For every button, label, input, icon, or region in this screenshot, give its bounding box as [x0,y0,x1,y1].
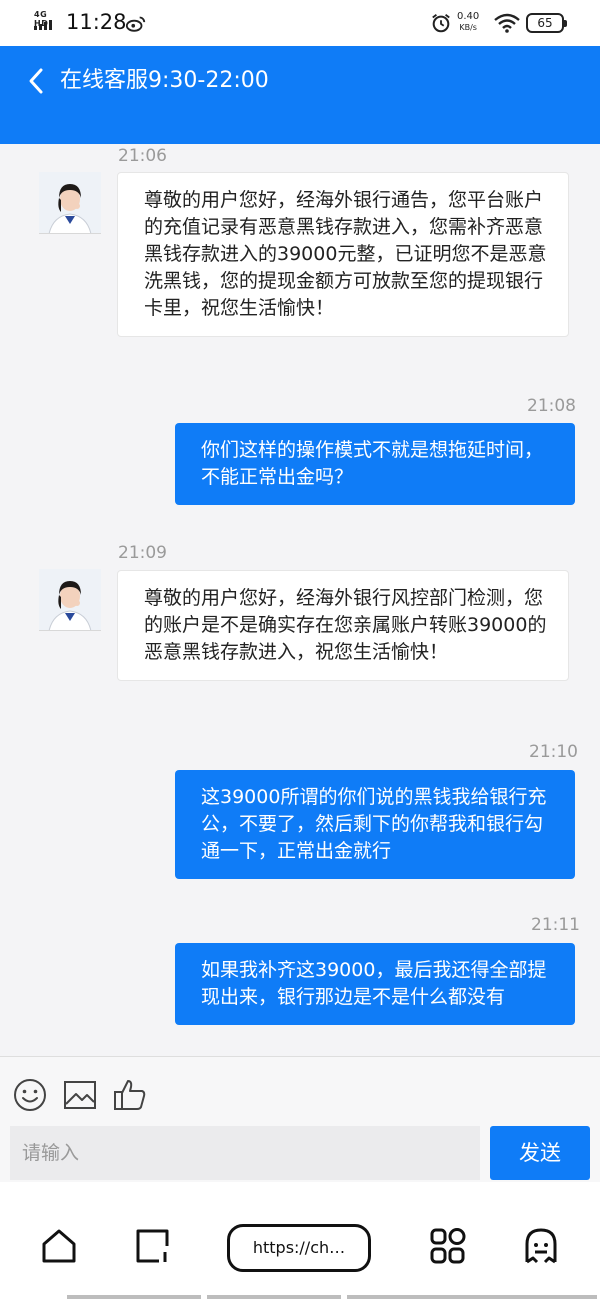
message-timestamp: 21:06 [118,146,167,166]
weibo-icon [125,16,146,32]
ghost-profile-icon[interactable] [521,1226,561,1266]
user-message-bubble: 如果我补齐这39000，最后我还得全部提现出来，银行那边是不是什么都没有 [175,943,575,1025]
page-title: 在线客服9:30-22:00 [60,68,269,93]
apps-grid-icon[interactable] [428,1226,468,1266]
agent-avatar [39,569,101,631]
chat-message-list[interactable]: 21:06 尊敬的用户您好，经海外银行通告，您平台账户的充值记录有恶意黑钱存款进… [0,144,600,1056]
message-timestamp: 21:11 [531,915,580,935]
network-speed: 0.40 KB/s [457,11,479,33]
speed-unit: KB/s [459,23,477,32]
user-message-bubble: 这39000所谓的你们说的黑钱我给银行充公，不要了，然后剩下的你帮我和银行勾通一… [175,770,575,879]
alarm-icon [432,14,450,33]
chat-toolbar [0,1056,600,1126]
home-icon[interactable] [39,1226,79,1266]
send-button[interactable]: 发送 [490,1126,590,1180]
network-type: 4G HD [34,10,48,28]
gesture-indicator [67,1295,597,1300]
message-input[interactable] [10,1126,480,1180]
message-composer: 发送 [0,1126,600,1182]
battery-indicator: 65 [526,13,567,33]
back-arrow-icon[interactable] [22,66,52,96]
url-bar[interactable]: https://ch… [227,1224,371,1272]
agent-avatar [39,172,101,234]
message-timestamp: 21:08 [527,396,576,416]
browser-navigation-bar: https://ch… [0,1182,600,1300]
status-bar: 4G HD 11:28 0.40 KB/s 65 [0,0,600,46]
agent-message-bubble: 尊敬的用户您好，经海外银行通告，您平台账户的充值记录有恶意黑钱存款进入，您需补齐… [117,172,569,337]
image-icon[interactable] [62,1077,98,1113]
wifi-icon [494,13,520,33]
message-timestamp: 21:09 [118,543,167,563]
chat-header: 在线客服9:30-22:00 [0,46,600,144]
emoji-icon[interactable] [12,1077,48,1113]
speed-value: 0.40 [457,11,480,22]
tabs-icon[interactable] [133,1226,173,1266]
user-message-bubble: 你们这样的操作模式不就是想拖延时间，不能正常出金吗？ [175,423,575,505]
thumbs-up-icon[interactable] [112,1077,148,1113]
network-signal-icon: 4G HD [34,10,60,32]
clock: 11:28 [66,10,127,34]
agent-message-bubble: 尊敬的用户您好，经海外银行风控部门检测，您的账户是不是确实存在您亲属账户转账39… [117,570,569,681]
message-timestamp: 21:10 [529,742,578,762]
